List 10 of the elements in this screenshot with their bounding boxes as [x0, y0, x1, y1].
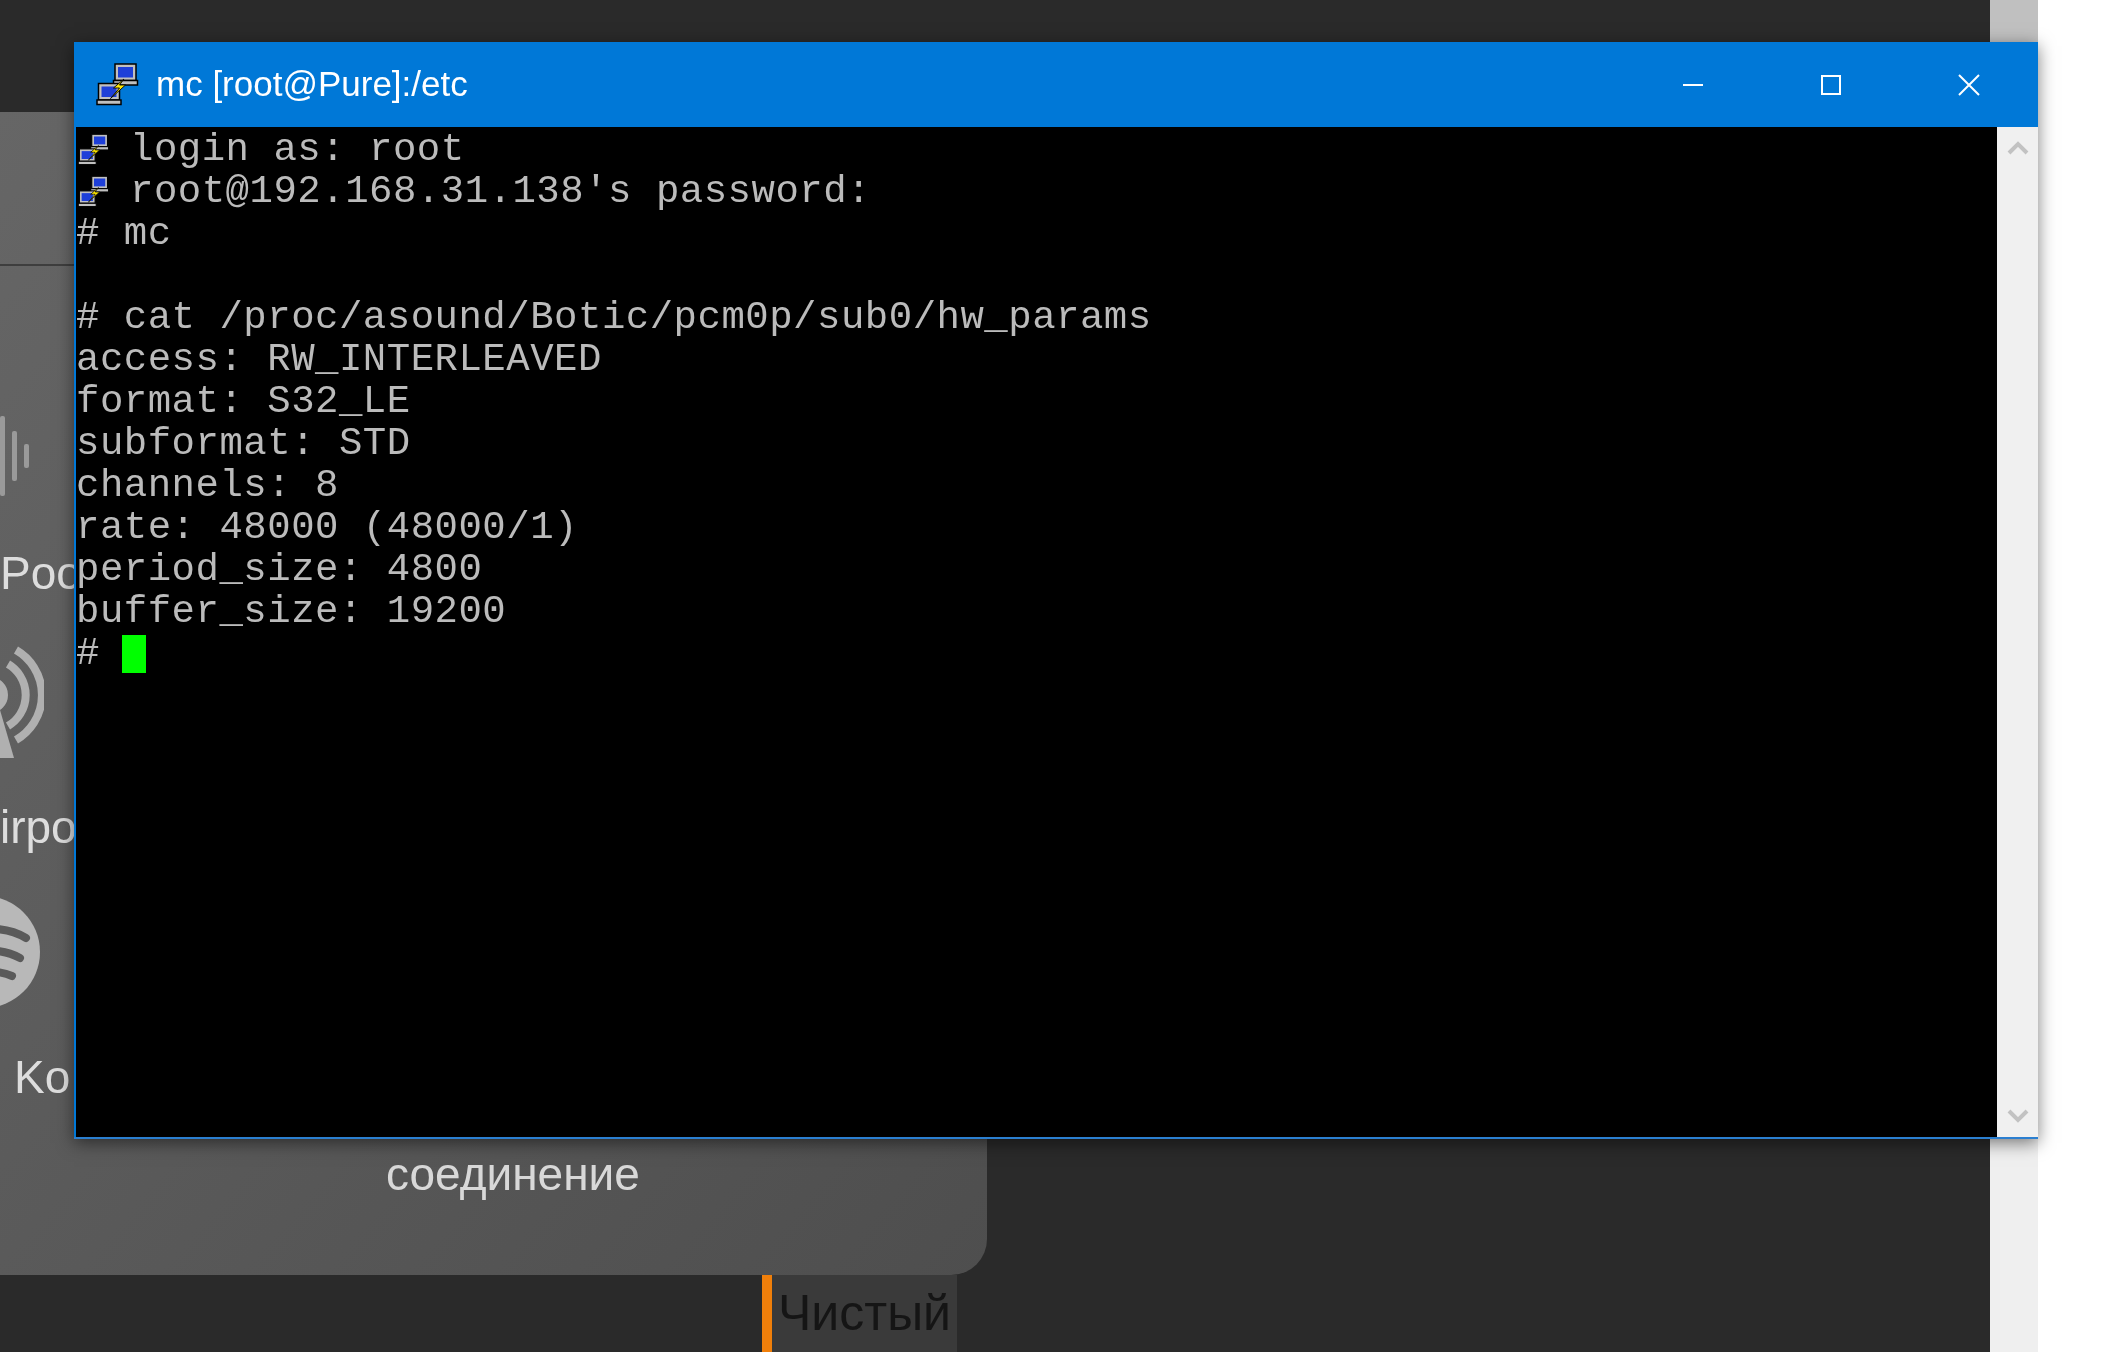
window-title: mc [root@Pure]:/etc: [156, 63, 468, 106]
scrollbar[interactable]: [1997, 127, 2038, 1137]
service-caption: соединение: [386, 1147, 640, 1202]
close-icon: [1958, 73, 1980, 96]
scroll-down-icon: [2006, 1109, 2029, 1123]
service-label: Ko: [14, 1050, 71, 1104]
scroll-up-icon: [2006, 141, 2029, 155]
minimize-icon: [1683, 83, 1703, 86]
service-label: irpo: [0, 800, 77, 854]
maximize-icon: [1821, 74, 1841, 95]
